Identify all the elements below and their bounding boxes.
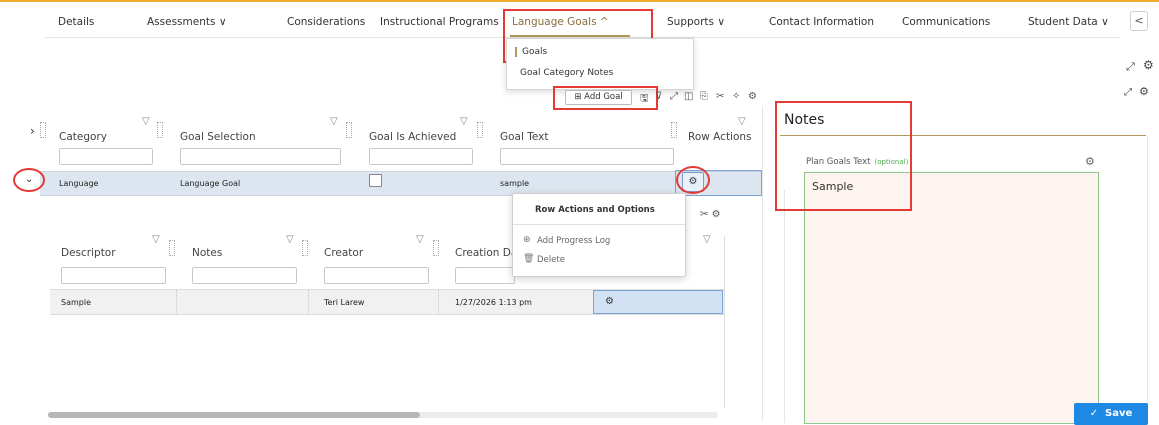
annotation-circle-expand (13, 168, 45, 192)
tab-student-data[interactable]: Student Data ∨ (1028, 16, 1109, 28)
scrollbar-thumb[interactable] (48, 412, 420, 418)
gear-icon[interactable]: ⚙ (1085, 155, 1095, 168)
header-category[interactable]: Category (59, 131, 107, 143)
tab-student-data-label: Student Data (1028, 16, 1098, 28)
creation-date-filter-input[interactable] (455, 267, 515, 284)
magic-wand-icon[interactable]: ✧ (732, 91, 740, 102)
tab-details[interactable]: Details (58, 16, 94, 28)
gear-icon: ⚙ (605, 296, 614, 307)
gear-icon[interactable]: ⚙ (748, 91, 757, 102)
divider (724, 236, 725, 408)
filter-clear-icon[interactable]: ⊽ (655, 91, 662, 102)
tab-assessments[interactable]: Assessments ∨ (147, 16, 227, 28)
expand-icon[interactable]: ⤢ (1126, 60, 1135, 74)
chevron-down-icon: ∨ (717, 16, 726, 28)
export-icon[interactable]: ⎘ (700, 91, 708, 102)
column-resize-handle[interactable] (157, 122, 163, 138)
columns-icon[interactable]: ◫ (684, 91, 693, 102)
save-icon[interactable]: 🖫 (640, 91, 649, 108)
goal-selection-filter-input[interactable] (180, 148, 341, 165)
column-resize-handle[interactable] (671, 122, 677, 138)
cell-creator: Teri Larew (324, 298, 365, 307)
filter-icon[interactable]: ▽ (286, 234, 294, 245)
header-descriptor[interactable]: Descriptor (61, 247, 116, 259)
tab-contact-information[interactable]: Contact Information (769, 16, 874, 28)
expand-all-chevron-icon[interactable]: › (30, 124, 35, 138)
menu-item-goal-category-notes[interactable]: Goal Category Notes (520, 68, 613, 78)
cell-goal-selection: Language Goal (180, 179, 241, 188)
filter-icon[interactable]: ▽ (416, 234, 424, 245)
tools-icon[interactable]: ✂ (700, 209, 708, 220)
tab-considerations[interactable]: Considerations (287, 16, 365, 28)
tab-communications[interactable]: Communications (902, 16, 990, 28)
tab-instructional-programs[interactable]: Instructional Programs (380, 16, 499, 28)
divider (784, 190, 785, 423)
save-button[interactable]: ✓ Save (1074, 403, 1148, 425)
filter-icon[interactable]: ▽ (703, 234, 711, 245)
filter-icon[interactable]: ▽ (738, 116, 746, 127)
gear-icon[interactable]: ⚙ (712, 209, 721, 220)
tools-icon[interactable]: ✂ (716, 91, 724, 102)
nav-scroll-left-button[interactable]: < (1130, 11, 1148, 31)
column-resize-handle[interactable] (477, 122, 483, 138)
top-accent-line (0, 0, 1159, 2)
cell-divider (438, 290, 439, 314)
filter-icon[interactable]: ▽ (460, 116, 468, 127)
goal-achieved-checkbox[interactable] (369, 174, 382, 187)
expand-icon[interactable]: ⤢ (1124, 87, 1132, 98)
creator-filter-input[interactable] (324, 267, 429, 284)
goal-is-achieved-filter-input[interactable] (369, 148, 473, 165)
column-resize-handle[interactable] (169, 240, 175, 256)
tab-supports-label: Supports (667, 16, 714, 28)
column-resize-handle[interactable] (346, 122, 352, 138)
cell-category: Language (59, 179, 99, 188)
popup-title: Row Actions and Options (535, 205, 655, 215)
menu-item-goals[interactable]: Goals (515, 47, 547, 57)
cell-creation-date: 1/27/2026 1:13 pm (455, 298, 532, 307)
filter-icon[interactable]: ▽ (152, 234, 160, 245)
category-filter-input[interactable] (59, 148, 153, 165)
annotation-box-notes (775, 101, 912, 211)
header-notes[interactable]: Notes (192, 247, 222, 259)
divider (762, 106, 763, 421)
chevron-down-icon: ∨ (1101, 16, 1109, 28)
menu-item-add-progress-log[interactable]: Add Progress Log (537, 236, 610, 246)
menu-item-delete[interactable]: Delete (537, 255, 565, 265)
tab-assessments-label: Assessments (147, 16, 216, 28)
row-actions-popup: Row Actions and Options ⊕ Add Progress L… (512, 193, 686, 277)
cell-divider (308, 290, 309, 314)
chevron-down-icon: ∨ (218, 16, 227, 28)
header-goal-is-achieved[interactable]: Goal Is Achieved (369, 131, 456, 143)
cell-descriptor: Sample (61, 298, 91, 307)
plus-circle-icon: ⊕ (523, 235, 531, 245)
annotation-circle-row-actions (676, 166, 710, 194)
column-resize-handle[interactable] (433, 240, 439, 256)
header-creator[interactable]: Creator (324, 247, 363, 259)
expand-icon[interactable]: ⤢ (670, 91, 678, 102)
gear-icon[interactable]: ⚙ (1139, 85, 1149, 98)
language-goals-dropdown: Goals Goal Category Notes (506, 38, 694, 90)
column-resize-handle[interactable] (40, 122, 46, 138)
divider (1147, 136, 1148, 423)
header-goal-selection[interactable]: Goal Selection (180, 131, 256, 143)
header-row-actions: Row Actions (688, 131, 752, 143)
sub-row-actions-button[interactable]: ⚙ (593, 290, 723, 314)
descriptor-filter-input[interactable] (61, 267, 166, 284)
column-resize-handle[interactable] (302, 240, 308, 256)
trash-icon: 🗑 (523, 254, 535, 264)
notes-filter-input[interactable] (192, 267, 297, 284)
header-goal-text[interactable]: Goal Text (500, 131, 549, 143)
goal-text-filter-input[interactable] (500, 148, 674, 165)
filter-icon[interactable]: ▽ (142, 116, 150, 127)
check-icon: ✓ (1089, 408, 1099, 419)
save-label: Save (1105, 408, 1133, 419)
sub-grid-toolbar: ✂ ⚙ (700, 209, 721, 220)
cell-goal-text: sample (500, 179, 530, 188)
filter-icon[interactable]: ▽ (330, 116, 338, 127)
popup-divider (513, 224, 685, 225)
gear-icon[interactable]: ⚙ (1143, 58, 1154, 72)
tab-supports[interactable]: Supports ∨ (667, 16, 725, 28)
cell-divider (176, 290, 177, 314)
